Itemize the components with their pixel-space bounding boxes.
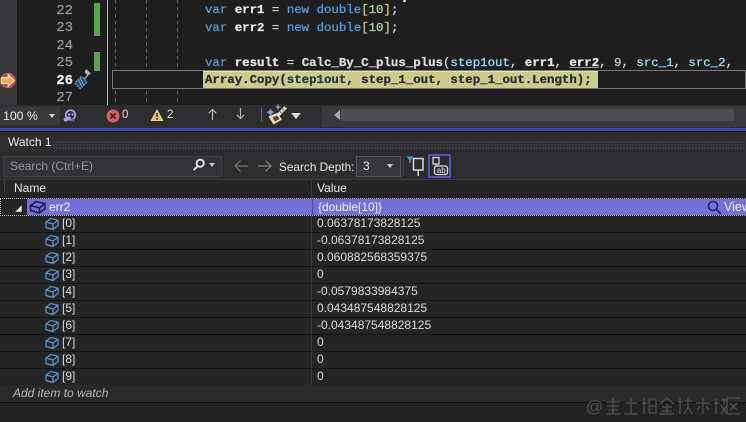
svg-text:@: @ xyxy=(586,397,603,416)
svg-text:ab: ab xyxy=(437,166,446,175)
